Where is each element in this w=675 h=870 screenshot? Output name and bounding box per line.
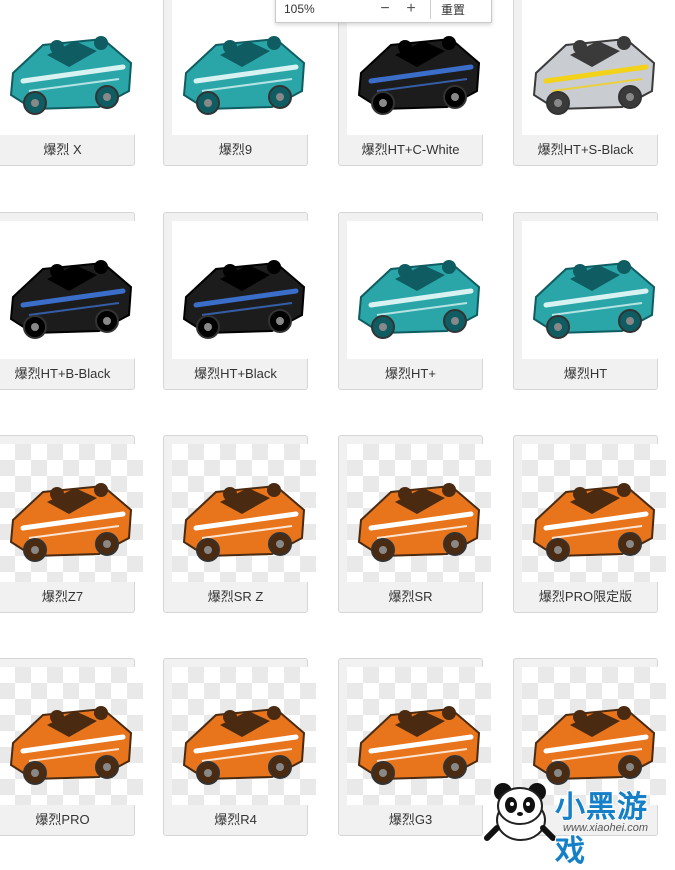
kart-card[interactable]: 爆烈HT+ <box>338 212 491 390</box>
kart-thumbnail <box>172 444 316 582</box>
kart-thumbnail <box>522 444 666 582</box>
kart-image <box>9 706 133 785</box>
kart-image <box>357 483 481 562</box>
zoom-out-button[interactable]: − <box>372 0 398 18</box>
kart-card[interactable]: 爆烈HT <box>513 212 666 390</box>
watermark-url: www.xiaohei.com <box>563 822 648 834</box>
kart-image <box>357 706 481 785</box>
kart-card[interactable]: 爆烈SR <box>338 435 491 613</box>
kart-card[interactable]: 爆烈HT+S-Black <box>513 0 666 166</box>
kart-card[interactable]: 爆烈HT+Black <box>163 212 316 390</box>
kart-name: 爆烈HT+B-Black <box>14 366 111 381</box>
kart-card[interactable]: 爆烈 X <box>0 0 143 166</box>
kart-image <box>532 483 656 562</box>
kart-thumbnail <box>347 221 491 359</box>
kart-thumbnail <box>172 221 316 359</box>
kart-card[interactable]: 爆烈R4 <box>163 658 316 836</box>
kart-thumbnail <box>172 667 316 805</box>
kart-card[interactable]: 爆烈Z7 <box>0 435 143 613</box>
kart-thumbnail <box>522 0 666 135</box>
kart-image <box>182 36 306 115</box>
kart-name: 爆烈HT+C-White <box>361 142 460 157</box>
kart-name: 爆烈 X <box>43 142 82 157</box>
kart-thumbnail <box>347 667 491 805</box>
kart-image <box>357 260 481 339</box>
kart-card[interactable]: 爆烈9 <box>163 0 316 166</box>
kart-name: 爆烈HT+Black <box>194 366 277 381</box>
panda-mascot-icon <box>484 783 556 841</box>
kart-thumbnail <box>0 667 143 805</box>
kart-thumbnail <box>0 0 143 135</box>
kart-thumbnail <box>0 444 143 582</box>
kart-card[interactable]: 爆烈HT+B-Black <box>0 212 143 390</box>
kart-grid: 爆烈 X 爆烈9 爆烈HT+C-White 爆烈HT+S-Black 爆烈HT+B-Bl… <box>0 0 675 845</box>
kart-image <box>182 706 306 785</box>
kart-name: 爆烈HT+S-Black <box>537 142 634 157</box>
kart-image <box>9 260 133 339</box>
kart-name: 爆烈PRO <box>35 812 90 827</box>
kart-card[interactable]: 爆烈PRO <box>0 658 143 836</box>
kart-card[interactable]: 爆烈G3 <box>338 658 491 836</box>
kart-thumbnail <box>347 444 491 582</box>
kart-name: 爆烈SR <box>388 589 433 604</box>
kart-name: 爆烈G3 <box>388 812 433 827</box>
kart-image <box>532 260 656 339</box>
kart-image <box>532 36 656 115</box>
kart-card[interactable]: 爆烈HT+C-White <box>338 0 491 166</box>
zoom-reset-button[interactable]: 重置 <box>431 1 475 18</box>
zoom-in-button[interactable]: + <box>398 0 424 18</box>
kart-name: 爆烈R4 <box>214 812 257 827</box>
zoom-toolbar: 105% − + 重置 <box>275 0 492 23</box>
kart-name: 爆烈Z7 <box>41 589 84 604</box>
kart-name: 爆烈9 <box>218 142 253 157</box>
watermark-logo: 小黑游戏 www.xiaohei.com <box>483 778 673 869</box>
zoom-level: 105% <box>284 2 315 16</box>
kart-image <box>532 706 656 785</box>
kart-thumbnail <box>0 221 143 359</box>
kart-image <box>182 260 306 339</box>
kart-name: 爆烈SR Z <box>207 589 264 604</box>
kart-image <box>9 483 133 562</box>
kart-name: 爆烈HT+ <box>385 366 436 381</box>
kart-name: 爆烈PRO限定版 <box>538 589 633 604</box>
kart-card[interactable]: 爆烈SR Z <box>163 435 316 613</box>
kart-image <box>9 36 133 115</box>
kart-card[interactable]: 爆烈PRO限定版 <box>513 435 666 613</box>
kart-name: 爆烈HT <box>563 366 608 381</box>
kart-image <box>182 483 306 562</box>
kart-image <box>357 36 481 115</box>
kart-thumbnail <box>522 221 666 359</box>
